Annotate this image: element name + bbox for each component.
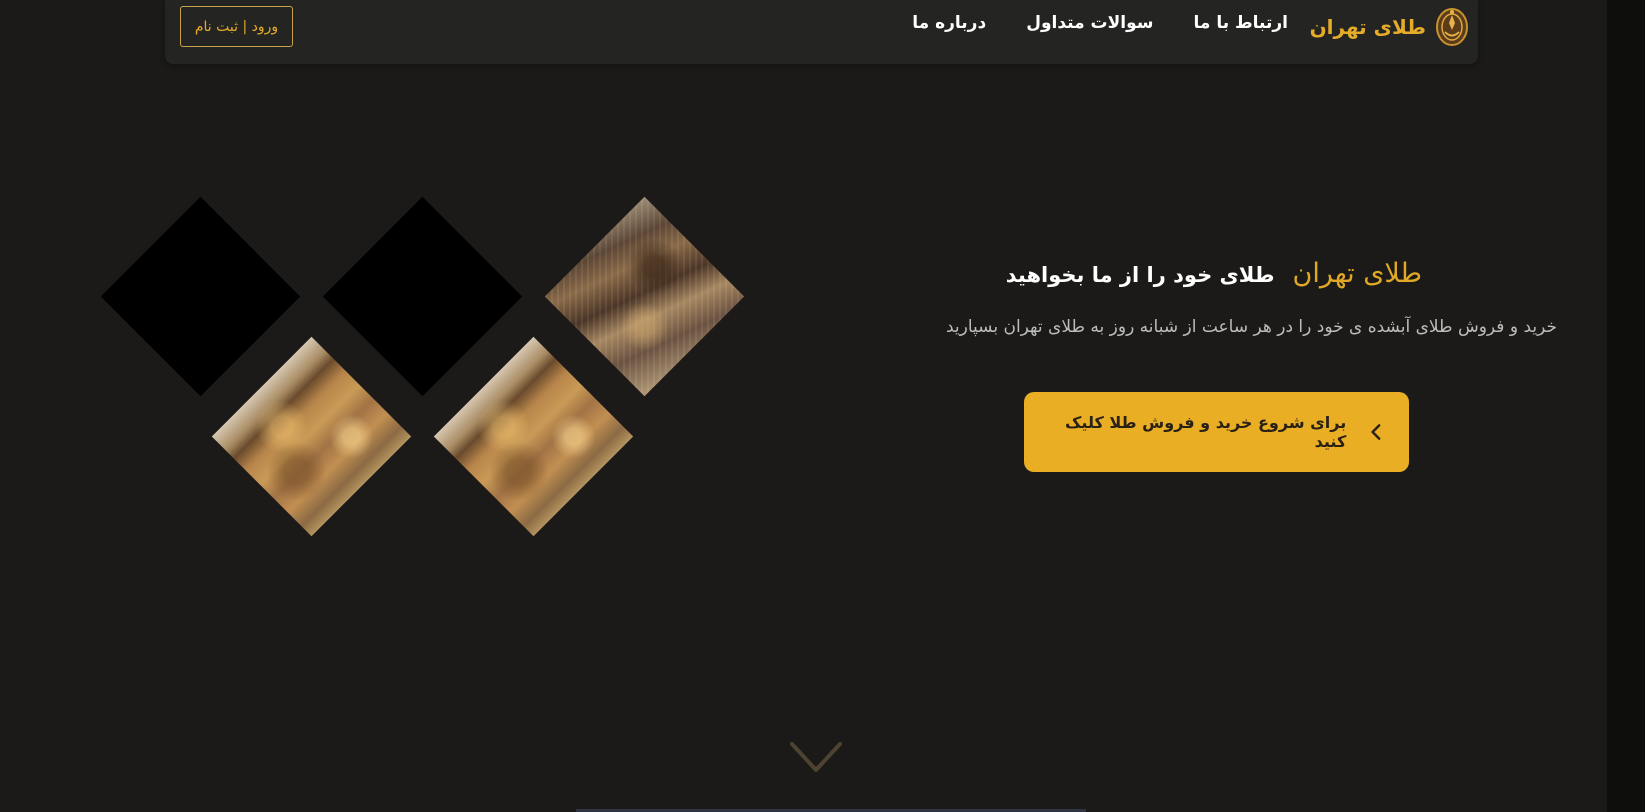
page-edge-shadow xyxy=(1607,0,1645,812)
login-register-button[interactable]: ورود | ثبت نام xyxy=(180,6,293,47)
hero-title-text: طلای خود را از ما بخواهید xyxy=(1005,263,1275,287)
nav-contact[interactable]: ارتباط با ما xyxy=(1194,13,1289,33)
hero-title-brand: طلای تهران xyxy=(1292,258,1422,289)
nav-links: درباره ما سوالات متداول ارتباط با ما xyxy=(912,13,1288,33)
hero-title: طلای تهران طلای خود را از ما بخواهید xyxy=(1006,258,1422,289)
mosaic-dark-tile-1 xyxy=(100,196,301,397)
start-trading-button[interactable]: برای شروع خرید و فروش طلا کلیک کنید xyxy=(1024,392,1409,472)
gold-texture-image-2 xyxy=(211,336,412,537)
gold-texture-image-1 xyxy=(544,196,745,397)
brand[interactable]: طلای تهران xyxy=(1310,4,1470,50)
gold-texture-image-3 xyxy=(433,336,634,537)
hero-subtitle: خرید و فروش طلای آبشده ی خود را در هر سا… xyxy=(945,317,1557,337)
start-trading-label: برای شروع خرید و فروش طلا کلیک کنید xyxy=(1065,413,1347,451)
chevron-down-icon[interactable] xyxy=(788,740,844,774)
top-navbar: طلای تهران درباره ما سوالات متداول ارتبا… xyxy=(165,0,1478,64)
gold-crest-logo-icon xyxy=(1436,8,1468,46)
mosaic-dark-tile-2 xyxy=(322,196,523,397)
nav-about[interactable]: درباره ما xyxy=(912,13,986,33)
chevron-left-icon xyxy=(1371,424,1381,440)
landing-page: طلای تهران درباره ما سوالات متداول ارتبا… xyxy=(0,0,1645,812)
brand-name: طلای تهران xyxy=(1309,15,1426,39)
nav-faq[interactable]: سوالات متداول xyxy=(1026,13,1153,33)
